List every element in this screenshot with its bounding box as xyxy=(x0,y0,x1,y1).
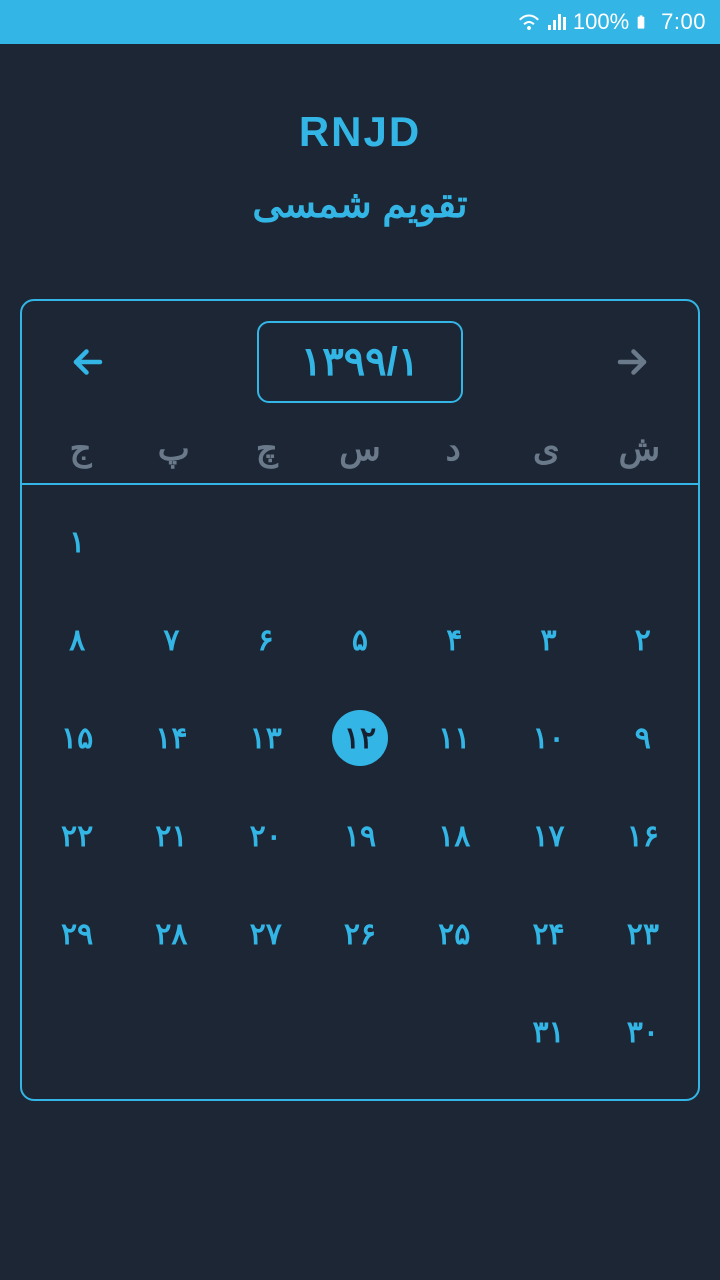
next-month-button[interactable] xyxy=(610,340,654,384)
calendar-header: ۱۳۹۹/۱ xyxy=(22,301,698,419)
day-number: ۲۸ xyxy=(143,906,199,962)
day-cell[interactable]: ۲۳ xyxy=(596,885,690,983)
day-cell[interactable]: ۲۱ xyxy=(124,787,218,885)
weekday-label: د xyxy=(407,429,500,469)
status-bar: 100% 7:00 xyxy=(0,0,720,44)
day-cell[interactable]: ۳۱ xyxy=(501,983,595,1081)
day-cell[interactable]: ۱۸ xyxy=(407,787,501,885)
day-cell[interactable]: ۱۴ xyxy=(124,689,218,787)
day-cell[interactable]: ۲۰ xyxy=(219,787,313,885)
day-number: ۱۶ xyxy=(615,808,671,864)
header: RNJD تقویم شمسی xyxy=(0,44,720,275)
day-cell[interactable]: ۲۹ xyxy=(30,885,124,983)
month-year-label[interactable]: ۱۳۹۹/۱ xyxy=(257,321,464,403)
day-cell[interactable]: ۱۲ xyxy=(313,689,407,787)
day-number: ۱۱ xyxy=(426,710,482,766)
day-empty xyxy=(124,493,218,591)
day-number: ۲۵ xyxy=(426,906,482,962)
day-number: ۳۱ xyxy=(521,1004,577,1060)
day-number: ۷ xyxy=(143,612,199,668)
app-title: RNJD xyxy=(0,108,720,156)
day-cell[interactable]: ۹ xyxy=(596,689,690,787)
day-empty xyxy=(219,983,313,1081)
day-cell[interactable]: ۱ xyxy=(30,493,124,591)
day-cell[interactable]: ۴ xyxy=(407,591,501,689)
day-cell[interactable]: ۶ xyxy=(219,591,313,689)
day-empty xyxy=(313,983,407,1081)
day-number: ۲۱ xyxy=(143,808,199,864)
day-cell[interactable]: ۲۴ xyxy=(501,885,595,983)
app-subtitle: تقویم شمسی xyxy=(0,182,720,227)
calendar: ۱۳۹۹/۱ ج پ چ س د ی ش ۱۸۷۶۵۴۳۲۱۵۱۴۱۳۱۲۱۱۱… xyxy=(20,299,700,1101)
day-number: ۲۳ xyxy=(615,906,671,962)
day-empty xyxy=(219,493,313,591)
day-number: ۱۴ xyxy=(143,710,199,766)
weekday-label: پ xyxy=(127,429,220,469)
day-number: ۲۶ xyxy=(332,906,388,962)
day-cell[interactable]: ۷ xyxy=(124,591,218,689)
weekday-label: ج xyxy=(34,429,127,469)
day-cell[interactable]: ۱۱ xyxy=(407,689,501,787)
day-cell[interactable]: ۵ xyxy=(313,591,407,689)
battery-icon xyxy=(633,10,649,34)
day-number: ۵ xyxy=(332,612,388,668)
day-cell[interactable]: ۲۸ xyxy=(124,885,218,983)
day-number: ۱ xyxy=(49,514,105,570)
day-cell[interactable]: ۸ xyxy=(30,591,124,689)
day-cell[interactable]: ۲۲ xyxy=(30,787,124,885)
weekday-label: چ xyxy=(220,429,313,469)
status-icons: 100% xyxy=(517,9,649,35)
battery-percent: 100% xyxy=(573,9,629,35)
day-cell[interactable]: ۳ xyxy=(501,591,595,689)
day-cell[interactable]: ۲۶ xyxy=(313,885,407,983)
day-number: ۱۹ xyxy=(332,808,388,864)
weekday-row: ج پ چ س د ی ش xyxy=(22,419,698,485)
signal-icon xyxy=(545,10,569,34)
day-cell[interactable]: ۱۷ xyxy=(501,787,595,885)
day-cell[interactable]: ۲۷ xyxy=(219,885,313,983)
day-empty xyxy=(596,493,690,591)
weekday-label: س xyxy=(313,429,406,469)
day-cell[interactable]: ۱۵ xyxy=(30,689,124,787)
day-number: ۲۲ xyxy=(49,808,105,864)
day-cell[interactable]: ۱۶ xyxy=(596,787,690,885)
day-number: ۳۰ xyxy=(615,1004,671,1060)
day-number: ۱۲ xyxy=(332,710,388,766)
day-number: ۲۷ xyxy=(238,906,294,962)
day-empty xyxy=(313,493,407,591)
day-number: ۶ xyxy=(238,612,294,668)
day-cell[interactable]: ۱۳ xyxy=(219,689,313,787)
days-grid: ۱۸۷۶۵۴۳۲۱۵۱۴۱۳۱۲۱۱۱۰۹۲۲۲۱۲۰۱۹۱۸۱۷۱۶۲۹۲۸۲… xyxy=(22,485,698,1099)
day-number: ۱۸ xyxy=(426,808,482,864)
day-number: ۲۴ xyxy=(521,906,577,962)
day-number: ۱۳ xyxy=(238,710,294,766)
day-number: ۴ xyxy=(426,612,482,668)
day-cell[interactable]: ۲ xyxy=(596,591,690,689)
weekday-label: ش xyxy=(593,429,686,469)
day-cell[interactable]: ۱۹ xyxy=(313,787,407,885)
day-number: ۱۵ xyxy=(49,710,105,766)
day-number: ۱۰ xyxy=(521,710,577,766)
day-cell[interactable]: ۳۰ xyxy=(596,983,690,1081)
weekday-label: ی xyxy=(500,429,593,469)
day-empty xyxy=(407,983,501,1081)
day-number: ۲ xyxy=(615,612,671,668)
day-number: ۹ xyxy=(615,710,671,766)
day-cell[interactable]: ۲۵ xyxy=(407,885,501,983)
status-time: 7:00 xyxy=(661,9,706,35)
day-cell[interactable]: ۱۰ xyxy=(501,689,595,787)
prev-month-button[interactable] xyxy=(66,340,110,384)
day-empty xyxy=(124,983,218,1081)
day-number: ۱۷ xyxy=(521,808,577,864)
day-number: ۸ xyxy=(49,612,105,668)
day-empty xyxy=(30,983,124,1081)
day-number: ۳ xyxy=(521,612,577,668)
day-number: ۲۰ xyxy=(238,808,294,864)
day-empty xyxy=(501,493,595,591)
wifi-icon xyxy=(517,10,541,34)
day-number: ۲۹ xyxy=(49,906,105,962)
day-empty xyxy=(407,493,501,591)
